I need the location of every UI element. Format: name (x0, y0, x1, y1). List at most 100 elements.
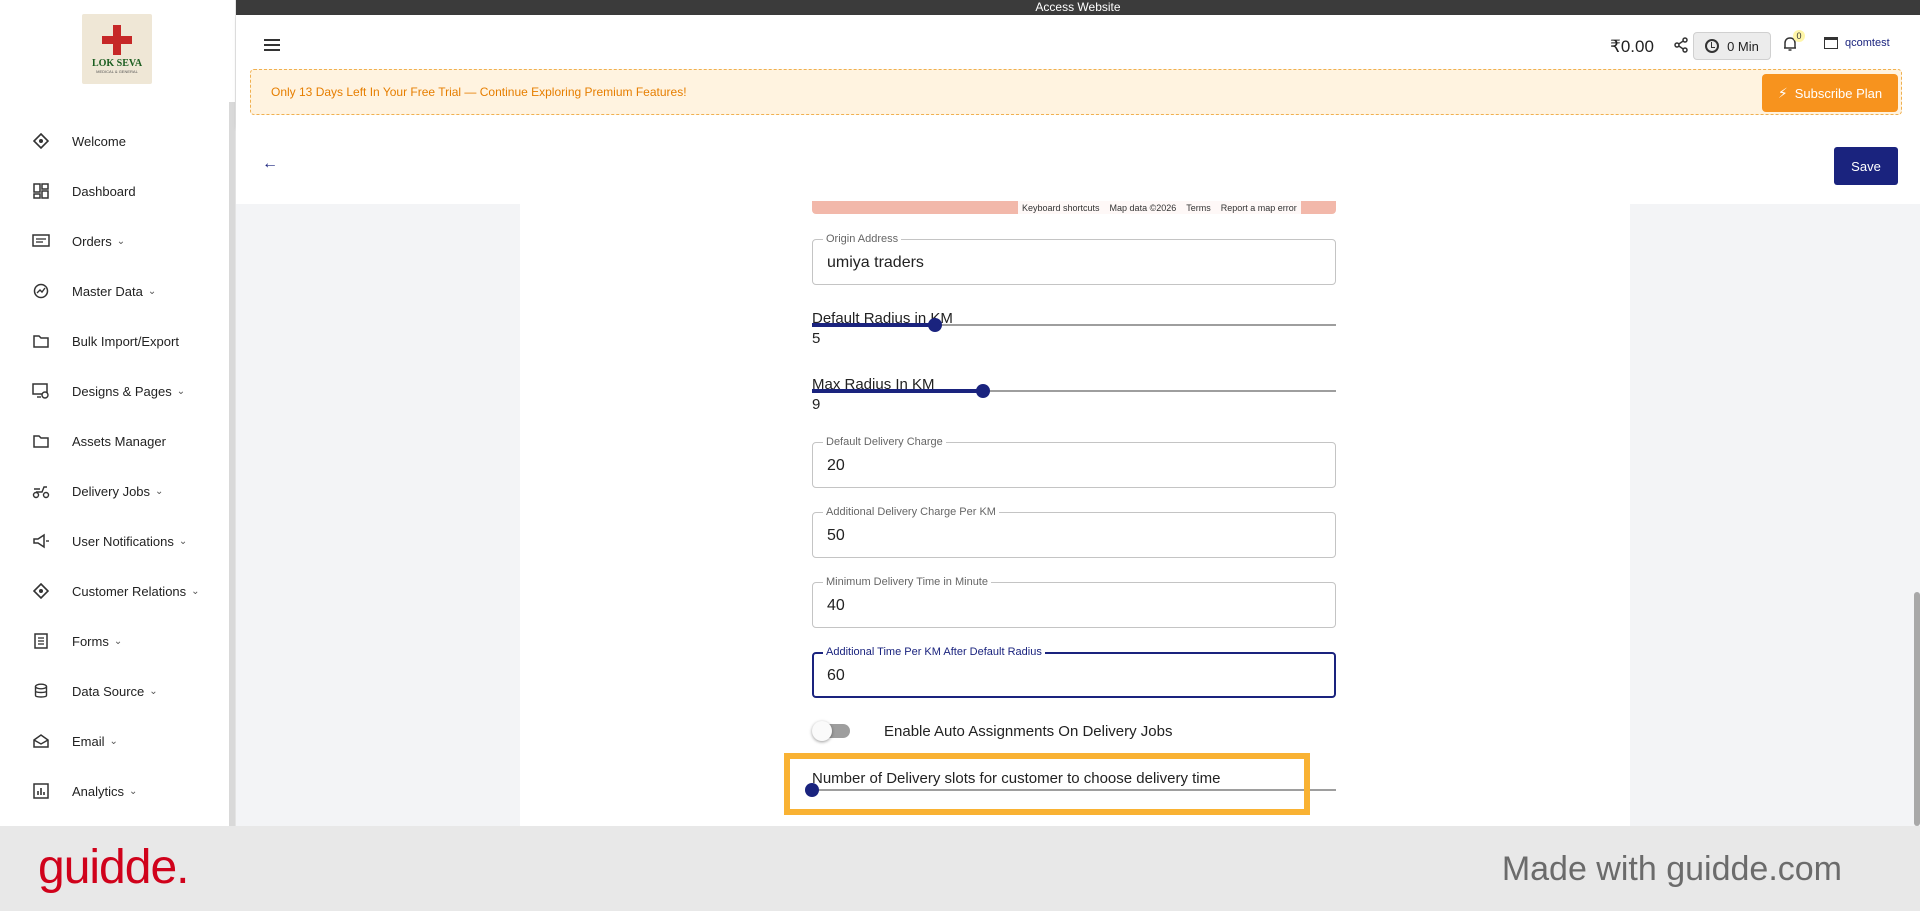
sidebar-item-user-notifications[interactable]: User Notifications ⌄ (0, 516, 228, 566)
analytics-icon (32, 782, 50, 800)
sidebar: LOK SEVA MEDICAL & GENERAL Welcome Dashb… (0, 0, 236, 826)
trial-banner: Only 13 Days Left In Your Free Trial — C… (250, 69, 1902, 115)
default-delivery-charge-label: Default Delivery Charge (823, 436, 946, 448)
sidebar-item-label: Forms (72, 633, 109, 649)
timer-value: 0 Min (1727, 38, 1759, 54)
app-header: ₹0.00 0 Min 0 qcomtest Only 13 Days Left… (236, 15, 1920, 127)
map-report-error-link[interactable]: Report a map error (1221, 203, 1297, 213)
designs-icon (32, 382, 50, 400)
subscribe-plan-button[interactable]: ⚡︎ Subscribe Plan (1762, 74, 1898, 112)
megaphone-icon (32, 532, 50, 550)
logo-subtext: MEDICAL & GENERAL (96, 68, 138, 74)
chevron-down-icon: ⌄ (109, 735, 118, 747)
default-delivery-charge-value: 20 (827, 457, 845, 474)
auto-assign-row: Enable Auto Assignments On Delivery Jobs (812, 718, 1173, 744)
forms-icon (32, 632, 50, 650)
sidebar-item-master-data[interactable]: Master Data ⌄ (0, 266, 228, 316)
sidebar-item-label: Customer Relations (72, 583, 187, 599)
time-spent-chip[interactable]: 0 Min (1693, 32, 1771, 60)
master-data-icon (32, 282, 50, 300)
slider-fill (812, 323, 936, 327)
sidebar-item-dashboard[interactable]: Dashboard (0, 166, 228, 216)
sidebar-item-label: Welcome (72, 133, 126, 149)
bolt-icon: ⚡︎ (1777, 84, 1788, 101)
sidebar-item-delivery-jobs[interactable]: Delivery Jobs ⌄ (0, 466, 228, 516)
sidebar-item-data-source[interactable]: Data Source ⌄ (0, 666, 228, 716)
orders-icon (32, 232, 50, 250)
additional-time-per-km-field[interactable]: Additional Time Per KM After Default Rad… (812, 646, 1336, 698)
additional-charge-per-km-field[interactable]: Additional Delivery Charge Per KM 50 (812, 506, 1336, 558)
additional-time-per-km-value: 60 (827, 667, 845, 684)
folder-icon (32, 432, 50, 450)
map-terms-link[interactable]: Terms (1186, 203, 1211, 213)
origin-address-label: Origin Address (823, 233, 902, 245)
additional-charge-per-km-value: 50 (827, 527, 845, 544)
back-arrow-icon[interactable]: ← (262, 155, 278, 173)
min-delivery-time-field[interactable]: Minimum Delivery Time in Minute 40 (812, 576, 1336, 628)
sidebar-item-assets-manager[interactable]: Assets Manager (0, 416, 228, 466)
max-radius-value: 9 (812, 396, 821, 413)
sidebar-item-label: Master Data (72, 283, 143, 299)
sidebar-item-welcome[interactable]: Welcome (0, 116, 228, 166)
store-name: qcomtest (1845, 37, 1890, 49)
default-radius-value: 5 (812, 330, 821, 347)
sidebar-scrollbar[interactable] (229, 102, 235, 826)
max-radius-slider[interactable]: Max Radius In KM 9 (812, 376, 1336, 416)
page-scrollbar[interactable] (1914, 592, 1920, 826)
auto-assign-toggle[interactable] (812, 718, 856, 744)
sidebar-item-bulk-import-export[interactable]: Bulk Import/Export (0, 316, 228, 366)
slider-fill (812, 389, 984, 393)
additional-time-per-km-label: Additional Time Per KM After Default Rad… (823, 646, 1045, 658)
sidebar-item-forms[interactable]: Forms ⌄ (0, 616, 228, 666)
additional-charge-per-km-label: Additional Delivery Charge Per KM (823, 506, 999, 518)
sidebar-item-label: Email (72, 733, 105, 749)
badge-icon (32, 582, 50, 600)
save-button[interactable]: Save (1834, 147, 1898, 185)
slider-thumb[interactable] (928, 318, 943, 332)
sidebar-item-email[interactable]: Email ⌄ (0, 716, 228, 766)
origin-address-field[interactable]: Origin Address umiya traders (812, 233, 1336, 285)
chevron-down-icon: ⌄ (178, 535, 188, 547)
slider-thumb[interactable] (976, 384, 991, 398)
guidde-logo[interactable]: guidde. (38, 840, 189, 895)
store-icon (1824, 37, 1838, 49)
sidebar-item-label: Orders (72, 233, 112, 249)
sidebar-item-label: Data Source (72, 683, 145, 699)
access-website-bar[interactable]: Access Website (236, 0, 1920, 15)
sidebar-item-label: User Notifications (72, 533, 174, 549)
chevron-down-icon: ⌄ (191, 585, 200, 597)
sidebar-item-label: Analytics (72, 783, 125, 799)
min-delivery-time-label: Minimum Delivery Time in Minute (823, 576, 991, 588)
guidde-footer: guidde. Made with guidde.com (0, 826, 1920, 911)
share-icon[interactable] (1673, 37, 1689, 58)
database-icon (32, 682, 50, 700)
default-delivery-charge-field[interactable]: Default Delivery Charge 20 (812, 436, 1336, 488)
map-keyboard-shortcuts-link[interactable]: Keyboard shortcuts (1022, 203, 1100, 213)
sidebar-item-label: Dashboard (72, 183, 136, 199)
made-with-text: Made with guidde.com (1501, 850, 1842, 888)
sidebar-item-analytics[interactable]: Analytics ⌄ (0, 766, 228, 816)
wallet-balance[interactable]: ₹0.00 (1610, 37, 1654, 57)
store-selector[interactable]: qcomtest (1824, 37, 1890, 49)
chevron-down-icon: ⌄ (116, 235, 126, 247)
notification-count-badge: 0 (1793, 30, 1805, 42)
menu-icon[interactable] (264, 39, 280, 51)
chevron-down-icon: ⌄ (176, 385, 186, 397)
chevron-down-icon: ⌄ (149, 685, 158, 697)
chevron-down-icon: ⌄ (129, 785, 138, 797)
sidebar-item-designs-pages[interactable]: Designs & Pages ⌄ (0, 366, 228, 416)
sidebar-item-customer-relations[interactable]: Customer Relations ⌄ (0, 566, 228, 616)
min-delivery-time-value: 40 (827, 597, 845, 614)
chevron-down-icon: ⌄ (113, 635, 123, 647)
tutorial-highlight-box (784, 753, 1310, 815)
map-data-label: Map data ©2026 (1109, 202, 1177, 213)
brand-logo[interactable]: LOK SEVA MEDICAL & GENERAL (82, 14, 152, 84)
badge-icon (32, 132, 50, 150)
subscribe-label: Subscribe Plan (1794, 85, 1883, 101)
trial-message: Only 13 Days Left In Your Free Trial — C… (271, 85, 687, 99)
default-radius-slider[interactable]: Default Radius in KM 5 (812, 310, 1336, 350)
email-icon (32, 732, 50, 750)
sidebar-item-orders[interactable]: Orders ⌄ (0, 216, 228, 266)
map-attribution: Keyboard shortcuts Map data ©2026 Terms … (1018, 201, 1301, 214)
scooter-icon (32, 482, 50, 500)
